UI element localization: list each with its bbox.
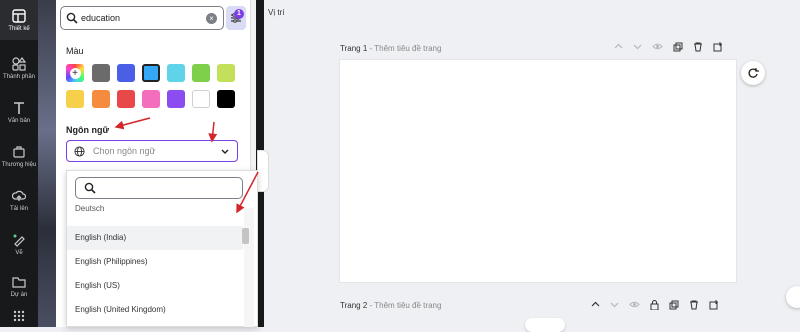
trash-icon[interactable] xyxy=(693,42,703,52)
eye-icon[interactable] xyxy=(629,300,640,310)
duplicate-page-icon[interactable] xyxy=(673,42,683,52)
comment-add-icon xyxy=(748,68,759,78)
position-label[interactable]: Vị trí xyxy=(268,8,284,17)
eye-icon[interactable] xyxy=(652,42,663,52)
chevron-up-icon[interactable] xyxy=(614,42,623,52)
page-1-toolbar xyxy=(614,42,723,52)
page-title: Trang 1 xyxy=(340,44,368,53)
page-subtitle: Thêm tiêu đề trang xyxy=(374,44,442,53)
add-page-icon[interactable] xyxy=(713,42,723,52)
page-1-header[interactable]: Trang 1 - Thêm tiêu đề trang xyxy=(340,44,441,53)
page-1-canvas[interactable] xyxy=(340,60,736,282)
refresh-comment-button[interactable] xyxy=(741,61,765,85)
lock-icon[interactable] xyxy=(650,300,659,310)
add-page-icon[interactable] xyxy=(709,300,719,310)
chevron-down-icon[interactable] xyxy=(610,300,619,310)
chevron-up-icon[interactable] xyxy=(591,300,600,310)
page-title: Trang 2 xyxy=(340,301,368,310)
page-2-toolbar xyxy=(591,300,719,310)
trash-icon[interactable] xyxy=(689,300,699,310)
page-subtitle: Thêm tiêu đề trang xyxy=(374,301,442,310)
scroll-pages-button[interactable] xyxy=(525,318,565,332)
page-2-header[interactable]: Trang 2 - Thêm tiêu đề trang xyxy=(340,301,441,310)
chevron-down-icon[interactable] xyxy=(633,42,642,52)
duplicate-page-icon[interactable] xyxy=(669,300,679,310)
